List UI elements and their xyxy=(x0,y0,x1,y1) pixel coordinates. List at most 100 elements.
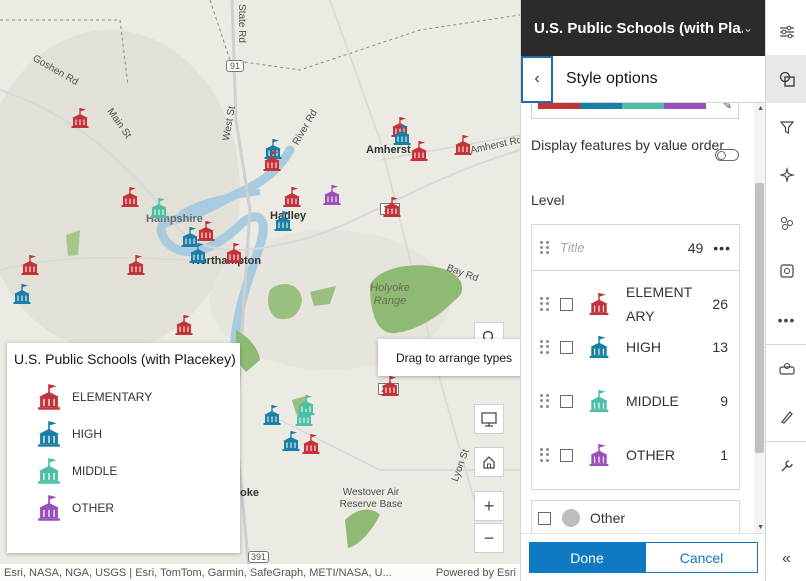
type-row-elementary[interactable]: ELEMENT ARY 26 xyxy=(532,280,741,328)
cancel-button[interactable]: Cancel xyxy=(645,542,758,573)
map-label-holyoke-range: Holyoke Range xyxy=(370,282,410,307)
school-symbol-icon[interactable] xyxy=(588,334,610,360)
legend-item-elementary: ELEMENTARY xyxy=(14,378,233,415)
other-checkbox[interactable] xyxy=(538,511,551,525)
sketch-button[interactable] xyxy=(766,393,806,441)
legend-item-high: HIGH xyxy=(14,415,233,452)
pop-button[interactable] xyxy=(766,345,806,393)
school-marker-elementary[interactable] xyxy=(409,140,429,162)
school-symbol-icon[interactable] xyxy=(588,442,610,468)
type-row-high[interactable]: HIGH 13 xyxy=(532,334,741,360)
school-marker-elementary[interactable] xyxy=(174,314,194,336)
school-marker-elementary[interactable] xyxy=(282,186,302,208)
styles-button[interactable] xyxy=(766,55,806,103)
drag-handle-icon[interactable] xyxy=(540,297,550,311)
powered-by-esri[interactable]: Powered by Esri xyxy=(436,567,516,579)
type-checkbox[interactable] xyxy=(560,340,573,354)
legend-item-label: MIDDLE xyxy=(72,463,118,478)
school-marker-elementary[interactable] xyxy=(196,220,216,242)
monitor-icon xyxy=(481,412,497,427)
field-label: Level xyxy=(531,192,565,208)
type-label: HIGH xyxy=(626,339,661,355)
more-options-icon[interactable]: ••• xyxy=(713,240,731,256)
type-count: 26 xyxy=(712,296,728,312)
type-row-other[interactable]: OTHER 1 xyxy=(532,442,741,468)
type-checkbox[interactable] xyxy=(560,297,573,311)
scrollbar-thumb[interactable] xyxy=(755,183,764,453)
drag-handle-icon[interactable] xyxy=(540,340,550,354)
school-marker-elementary[interactable] xyxy=(301,433,321,455)
school-symbol-icon[interactable] xyxy=(588,291,610,317)
school-symbol-icon xyxy=(36,383,62,411)
popups-button[interactable] xyxy=(766,247,806,295)
clustering-icon xyxy=(780,217,793,230)
properties-button[interactable] xyxy=(766,8,806,56)
type-checkbox[interactable] xyxy=(560,394,573,408)
type-label: MIDDLE xyxy=(626,393,679,409)
school-marker-elementary[interactable] xyxy=(453,134,473,156)
school-marker-elementary[interactable] xyxy=(20,254,40,276)
configure-button[interactable] xyxy=(766,442,806,490)
popups-icon xyxy=(779,264,794,278)
school-marker-elementary[interactable] xyxy=(262,150,282,172)
school-marker-elementary[interactable] xyxy=(380,375,400,397)
school-marker-elementary[interactable] xyxy=(120,186,140,208)
type-row-middle[interactable]: MIDDLE 9 xyxy=(532,388,741,414)
more-button[interactable]: ••• xyxy=(766,296,806,344)
school-marker-elementary[interactable] xyxy=(224,242,244,264)
route-91-shield: 91 xyxy=(226,60,245,72)
school-symbol-icon xyxy=(36,494,62,522)
types-list: Title 49 ••• ELEMENT ARY 26 HIGH 13 MIDDLE 9 O… xyxy=(531,224,740,490)
route-391-shield: 391 xyxy=(248,551,270,563)
done-button[interactable]: Done xyxy=(529,542,645,573)
screen-size-button[interactable] xyxy=(474,404,504,434)
home-icon xyxy=(483,456,495,469)
color-ramp-selector[interactable]: ✎ xyxy=(531,103,739,119)
school-marker-middle[interactable] xyxy=(149,197,169,219)
sketch-icon xyxy=(780,411,793,424)
effects-icon xyxy=(778,167,795,183)
zoom-out-button[interactable]: − xyxy=(474,523,504,553)
school-marker-elementary[interactable] xyxy=(70,107,90,129)
school-marker-high[interactable] xyxy=(281,430,301,452)
type-checkbox[interactable] xyxy=(560,448,573,462)
legend-item-other: OTHER xyxy=(14,489,233,526)
legend-item-label: HIGH xyxy=(72,426,102,441)
drag-handle-icon[interactable] xyxy=(540,240,550,255)
style-panel: U.S. Public Schools (with Pla... ⌄ ‹ Sty… xyxy=(520,0,766,581)
effects-button[interactable] xyxy=(766,151,806,199)
filter-button[interactable] xyxy=(766,103,806,151)
school-marker-other[interactable] xyxy=(322,184,342,206)
clustering-button[interactable] xyxy=(766,199,806,247)
school-marker-high[interactable] xyxy=(273,210,293,232)
home-button[interactable] xyxy=(474,447,504,477)
scroll-up-icon[interactable]: ▲ xyxy=(757,105,764,112)
collapse-toolbar-button[interactable]: « xyxy=(766,535,806,581)
more-icon: ••• xyxy=(777,312,796,328)
legend-title: U.S. Public Schools (with Placekey) xyxy=(14,351,236,367)
school-marker-elementary[interactable] xyxy=(126,254,146,276)
map-legend: U.S. Public Schools (with Placekey) ELEM… xyxy=(7,343,240,553)
other-symbol[interactable] xyxy=(562,509,580,527)
school-marker-middle[interactable] xyxy=(294,405,314,427)
school-marker-high[interactable] xyxy=(12,283,32,305)
layer-title: U.S. Public Schools (with Pla... xyxy=(534,19,743,37)
school-marker-elementary[interactable] xyxy=(382,196,402,218)
drag-tooltip: Drag to arrange types xyxy=(378,339,520,376)
attribution-text[interactable]: Esri, NASA, NGA, USGS | Esri, TomTom, Ga… xyxy=(4,567,392,579)
drag-handle-icon[interactable] xyxy=(540,448,550,462)
back-button[interactable]: ‹ xyxy=(521,55,553,103)
school-marker-high[interactable] xyxy=(188,242,208,264)
title-input[interactable]: Title xyxy=(560,240,688,255)
school-symbol-icon[interactable] xyxy=(588,388,610,414)
layer-selector[interactable]: U.S. Public Schools (with Pla... ⌄ xyxy=(521,0,765,56)
scroll-down-icon[interactable]: ▼ xyxy=(757,524,764,531)
display-order-toggle[interactable] xyxy=(715,149,739,161)
map-view[interactable]: Goshen Rd Main St West St River Rd State… xyxy=(0,0,520,581)
map-label-town-partial: oke xyxy=(240,487,259,499)
school-marker-high[interactable] xyxy=(262,404,282,426)
panel-body: ✎ Display features by value order Level … xyxy=(521,103,766,533)
drag-handle-icon[interactable] xyxy=(540,394,550,408)
zoom-in-button[interactable]: + xyxy=(474,491,504,521)
pencil-icon[interactable]: ✎ xyxy=(723,103,732,112)
